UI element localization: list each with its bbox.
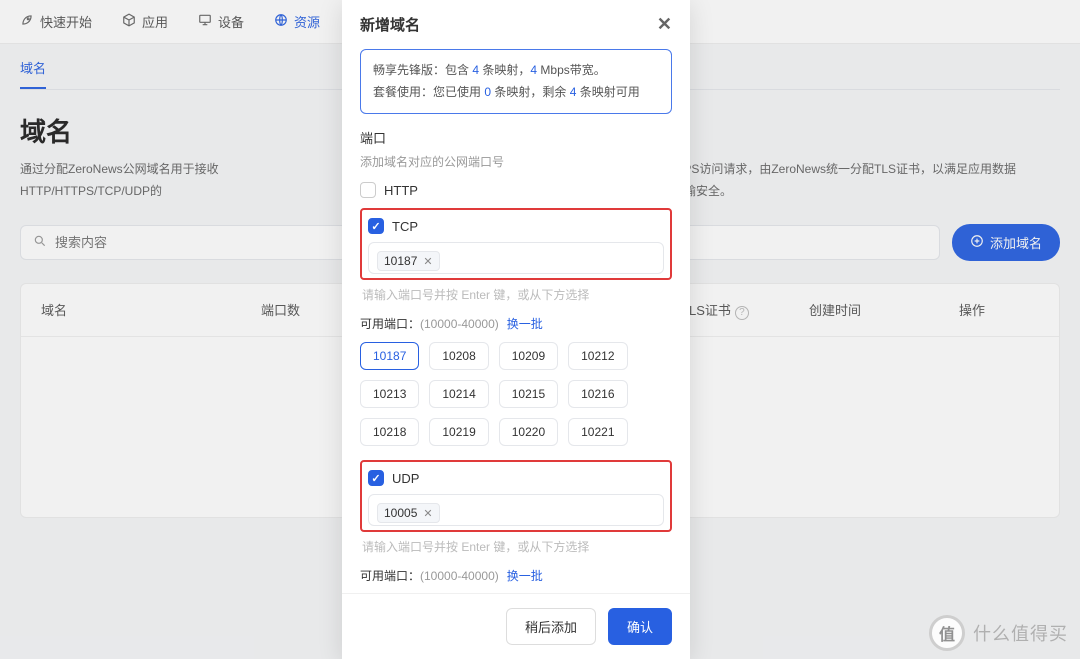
port-chip[interactable]: 10209 [499,342,558,370]
port-section-hint: 添加域名对应的公网端口号 [360,153,672,170]
tip-box: 畅享先锋版：包含 4 条映射，4 Mbps带宽。 套餐使用：您已使用 0 条映射… [360,49,672,114]
tcp-checkbox[interactable] [368,218,384,234]
watermark: 值 什么值得买 [929,615,1068,651]
watermark-text: 什么值得买 [973,620,1068,646]
modal-title: 新增域名 [360,14,420,35]
http-label: HTTP [384,183,418,198]
port-chip[interactable]: 10213 [360,380,419,408]
close-icon[interactable]: ✕ [657,14,672,35]
udp-available-ports: 可用端口：(10000-40000)换一批 [360,567,672,584]
tcp-tag-input[interactable]: 10187 ✕ [368,242,664,274]
udp-swap-button[interactable]: 换一批 [507,569,543,583]
tcp-tag: 10187 ✕ [377,251,440,271]
port-chip[interactable]: 10208 [429,342,488,370]
udp-checkbox[interactable] [368,470,384,486]
port-chip[interactable]: 10187 [360,342,419,370]
watermark-badge: 值 [929,615,965,651]
port-chip[interactable]: 10212 [568,342,627,370]
udp-tag: 10005 ✕ [377,503,440,523]
tcp-highlight: TCP 10187 ✕ [360,208,672,280]
remove-tag-icon[interactable]: ✕ [423,507,432,520]
tcp-checkbox-row[interactable]: TCP [368,218,664,234]
http-checkbox[interactable] [360,182,376,198]
tcp-label: TCP [392,219,418,234]
udp-label: UDP [392,471,419,486]
add-later-button[interactable]: 稍后添加 [506,608,596,645]
port-chip[interactable]: 10221 [568,418,627,446]
port-chip[interactable]: 10218 [360,418,419,446]
udp-tag-input[interactable]: 10005 ✕ [368,494,664,526]
port-section-title: 端口 [360,128,672,147]
remove-tag-icon[interactable]: ✕ [423,255,432,268]
tcp-input-placeholder: 请输入端口号并按 Enter 键，或从下方选择 [360,280,672,303]
port-chip[interactable]: 10215 [499,380,558,408]
port-chip[interactable]: 10214 [429,380,488,408]
udp-input-placeholder: 请输入端口号并按 Enter 键，或从下方选择 [360,532,672,555]
port-chip[interactable]: 10219 [429,418,488,446]
udp-highlight: UDP 10005 ✕ [360,460,672,532]
add-domain-modal: 新增域名 ✕ 畅享先锋版：包含 4 条映射，4 Mbps带宽。 套餐使用：您已使… [342,0,690,659]
udp-checkbox-row[interactable]: UDP [368,470,664,486]
port-chip[interactable]: 10220 [499,418,558,446]
tcp-swap-button[interactable]: 换一批 [507,317,543,331]
port-chip[interactable]: 10216 [568,380,627,408]
confirm-button[interactable]: 确认 [608,608,672,645]
http-checkbox-row[interactable]: HTTP [360,182,672,198]
tcp-port-grid: 10187 10208 10209 10212 10213 10214 10215 10216… [360,342,672,446]
tcp-available-ports: 可用端口：(10000-40000)换一批 [360,315,672,332]
